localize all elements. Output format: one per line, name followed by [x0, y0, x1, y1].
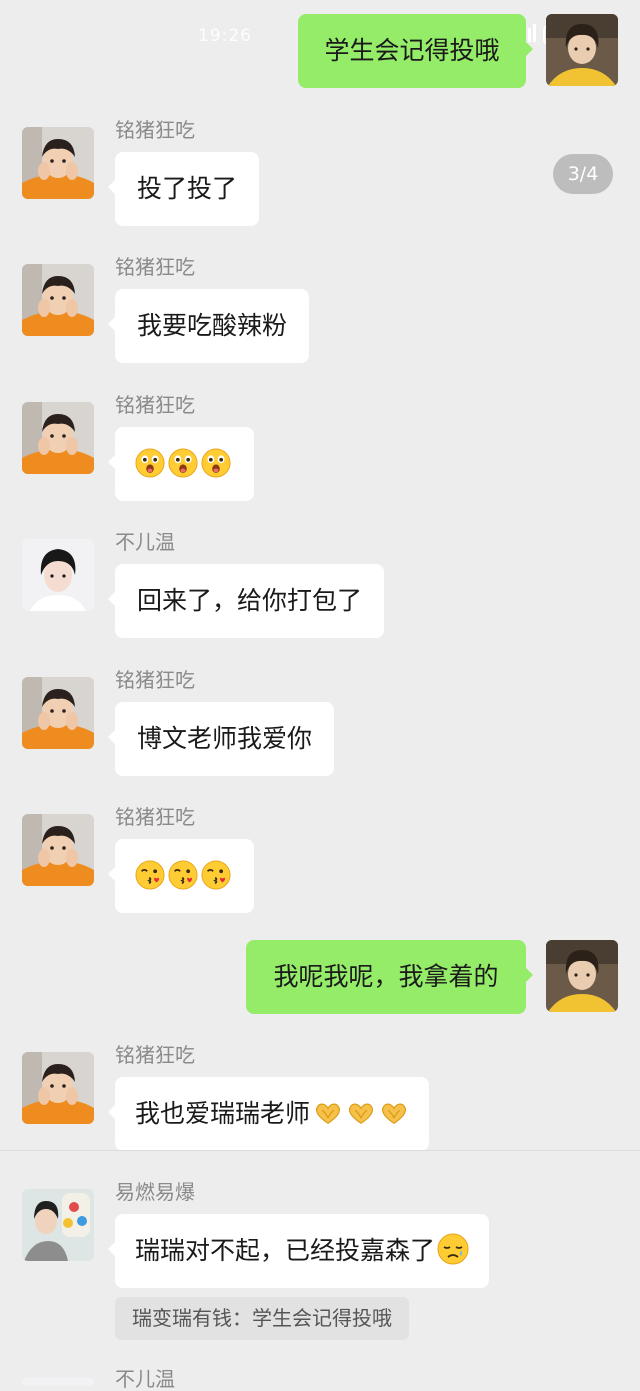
- kissing-face-icon: [201, 860, 231, 890]
- avatar[interactable]: [22, 264, 94, 336]
- sender-name: 易燃易爆: [115, 1180, 195, 1204]
- heart-hands-icon: [346, 1100, 376, 1126]
- sender-name: 铭猪狂吃: [115, 393, 195, 417]
- avatar[interactable]: [22, 402, 94, 474]
- status-time: 19:26: [198, 26, 252, 46]
- avatar[interactable]: [22, 677, 94, 749]
- heart-hands-icon: [379, 1100, 409, 1126]
- kissing-face-icon: [168, 860, 198, 890]
- astonished-face-icon: [135, 448, 165, 478]
- message-bubble[interactable]: 回来了，给你打包了: [107, 564, 385, 638]
- sender-name: 铭猪狂吃: [115, 805, 195, 829]
- heart-hands-icon: [313, 1100, 343, 1126]
- astonished-face-icon: [168, 448, 198, 478]
- sender-name: 铭猪狂吃: [115, 668, 195, 692]
- avatar[interactable]: [22, 127, 94, 199]
- sender-name: 不儿温: [115, 1367, 175, 1391]
- avatar[interactable]: [546, 14, 618, 86]
- avatar[interactable]: [22, 1052, 94, 1124]
- message-bubble[interactable]: 学生会记得投哦: [298, 14, 533, 88]
- message-bubble[interactable]: 瑞瑞对不起，已经投嘉森了: [107, 1214, 490, 1288]
- avatar[interactable]: [22, 814, 94, 886]
- sender-name: 铭猪狂吃: [115, 118, 195, 142]
- message-bubble[interactable]: 博文老师我爱你: [107, 702, 335, 776]
- sender-name: 铭猪狂吃: [115, 255, 195, 279]
- message-text: 瑞瑞对不起，已经投嘉森了: [135, 1236, 436, 1265]
- message-bubble[interactable]: 我呢我呢，我拿着的: [246, 940, 533, 1014]
- sender-name: 不儿温: [115, 530, 175, 554]
- message-bubble[interactable]: 我要吃酸辣粉: [107, 289, 310, 363]
- sender-name: 铭猪狂吃: [115, 1043, 195, 1067]
- divider: [0, 1150, 640, 1151]
- message-bubble[interactable]: 投了投了: [107, 152, 260, 226]
- avatar[interactable]: [546, 940, 618, 1012]
- avatar[interactable]: [22, 1189, 94, 1261]
- quoted-message[interactable]: 瑞变瑞有钱：学生会记得投哦: [115, 1297, 409, 1340]
- avatar[interactable]: [22, 539, 94, 611]
- message-bubble[interactable]: [108, 427, 254, 501]
- message-text: 我也爱瑞瑞老师: [135, 1099, 311, 1128]
- kissing-face-icon: [135, 860, 165, 890]
- message-bubble[interactable]: 我也爱瑞瑞老师: [107, 1077, 430, 1151]
- avatar[interactable]: [22, 1378, 94, 1386]
- astonished-face-icon: [201, 448, 231, 478]
- disappointed-face-icon: [437, 1233, 469, 1265]
- page-indicator-badge[interactable]: 3/4: [553, 154, 613, 194]
- message-bubble[interactable]: [108, 839, 254, 913]
